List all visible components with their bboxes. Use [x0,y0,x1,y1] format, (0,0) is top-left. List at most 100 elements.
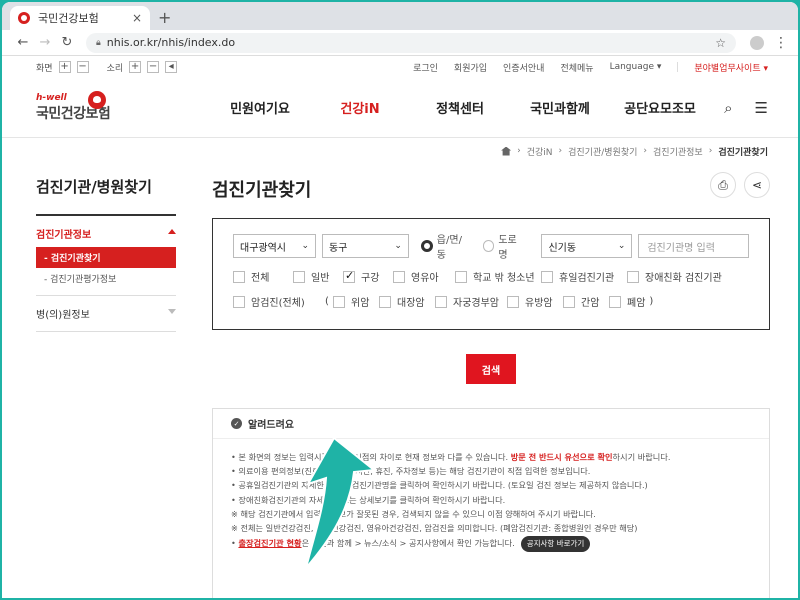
full-menu-link[interactable]: 전체메뉴 [560,61,593,74]
nav-with-citizens[interactable]: 국민과함께 [510,98,610,117]
paren: ) [649,296,654,307]
check-breast-cancer[interactable]: 유방암 [507,294,563,309]
checkbox[interactable] [455,270,467,283]
forward-icon[interactable]: → [34,35,56,50]
checkbox[interactable] [563,295,575,308]
chevron-down-icon: ⌄ [617,241,626,251]
checkbox[interactable] [233,270,245,283]
check-disability-friendly[interactable]: 장애친화 검진기관 [627,269,722,284]
checkbox[interactable] [393,270,405,283]
notice-box: ✓ 알려드려요 • 본 화면의 정보는 입력시점과 검색시점의 차이로 현재 정… [212,408,770,598]
checkbox[interactable] [627,270,639,283]
checkbox[interactable] [435,295,447,308]
check-stomach-cancer[interactable]: 위암 [333,294,379,309]
check-out-of-school-youth[interactable]: 학교 밖 청소년 [455,269,541,284]
checkbox[interactable] [609,295,621,308]
business-sites-select[interactable]: 분야별업무사이트 ▾ [694,61,768,74]
search-button[interactable]: 검색 [466,354,516,384]
breadcrumb-item[interactable]: 검진기관/병원찾기 [568,145,637,158]
tab-close-icon[interactable]: × [132,11,142,25]
checkbox-checked[interactable] [343,269,355,283]
sound-up-button[interactable]: + [129,61,142,73]
logo-mark-icon [88,90,106,109]
reload-icon[interactable]: ↻ [56,35,78,50]
check-holiday[interactable]: 휴일검진기관 [541,269,627,284]
check-colon-cancer[interactable]: 대장암 [379,294,435,309]
login-link[interactable]: 로그인 [413,61,438,74]
browser-menu-icon[interactable]: ⋮ [774,35,788,51]
checkbox[interactable] [233,295,245,308]
url-field[interactable]: 🔒︎ nhis.or.kr/nhis/index.do ☆ [86,32,736,53]
side-item-find-checkup[interactable]: - 검진기관찾기 [36,247,176,268]
side-item-evaluation[interactable]: - 검진기관평가정보 [36,268,176,289]
checkbox[interactable] [293,270,305,283]
language-select[interactable]: Language ▾ [610,62,662,72]
back-icon[interactable]: ← [12,35,34,50]
tab-bar: 국민건강보험 × + [2,2,798,30]
notice-shortcut-button[interactable]: 공지사항 바로가기 [520,536,591,552]
nav-health-in[interactable]: 건강iN [310,98,410,117]
profile-avatar[interactable] [750,35,764,50]
radio-eupmyeondong[interactable]: 읍/면/동 [420,231,471,261]
main-section: 검진기관찾기 ⎙ ⋖ 대구광역시 ⌄ 동구 ⌄ 읍/면/동 도로명 신기동 ⌄ … [212,164,770,598]
institution-name-input[interactable]: 검진기관명 입력 [638,234,749,258]
home-icon[interactable] [501,146,512,156]
notice-line: ※ 전체는 일반건강검진, 구강건강검진, 영유아건강검진, 암검진을 의미합니… [231,523,638,534]
bookmark-star-icon[interactable]: ☆ [715,36,726,50]
check-circle-icon: ✓ [231,418,242,429]
checkbox-row-1: 전체 일반 구강 영유아 학교 밖 청소년 휴일검진기관 장애친화 검진기관 [233,269,749,284]
collapse-icon[interactable] [168,229,176,234]
side-group-label[interactable]: 검진기관정보 [36,226,91,241]
radio-road-name[interactable]: 도로명 [482,231,526,261]
check-lung-cancer[interactable]: 폐암 [609,294,645,309]
nav-about[interactable]: 공단요모조모 [610,98,710,117]
check-oral[interactable]: 구강 [343,269,393,284]
checkbox[interactable] [507,295,519,308]
check-all[interactable]: 전체 [233,269,293,284]
side-group-hospital[interactable]: 병(의)원정보 [36,296,176,332]
share-icon[interactable]: ⋖ [744,172,770,198]
certificate-link[interactable]: 인증서안내 [503,61,544,74]
breadcrumb-item[interactable]: 건강iN [527,145,553,158]
print-icon[interactable]: ⎙ [710,172,736,198]
browser-tab[interactable]: 국민건강보험 × [10,6,150,30]
tab-title: 국민건강보험 [38,12,99,25]
check-cervical-cancer[interactable]: 자궁경부암 [435,294,507,309]
checkbox[interactable] [541,270,553,283]
side-group-checkup[interactable]: 검진기관정보 - 검진기관찾기 - 검진기관평가정보 [36,216,176,296]
screen-zoom-out-button[interactable]: − [76,61,89,73]
chevron-down-icon: ⌄ [301,241,309,251]
search-form: 대구광역시 ⌄ 동구 ⌄ 읍/면/동 도로명 신기동 ⌄ 검진기관명 입력 전체… [212,218,770,330]
search-icon[interactable]: ⌕ [724,99,732,117]
checkbox[interactable] [333,295,345,308]
new-tab-button[interactable]: + [158,8,171,27]
mobile-checkup-link[interactable]: 출장검진기관 현황 [238,538,301,548]
expand-icon[interactable] [168,309,176,314]
signup-link[interactable]: 회원가입 [454,61,487,74]
favicon-icon [18,12,30,24]
radio-dot[interactable] [482,240,495,252]
breadcrumb-item[interactable]: 검진기관정보 [653,145,703,158]
check-cancer-all[interactable]: 암검진(전체) [233,294,325,309]
check-infant[interactable]: 영유아 [393,269,455,284]
breadcrumb-sep: › [643,146,648,156]
dong-select[interactable]: 신기동 ⌄ [541,234,633,258]
radio-dot[interactable] [420,240,433,252]
district-select[interactable]: 동구 ⌄ [321,234,409,258]
breadcrumb-sep: › [517,146,521,156]
screen-zoom-in-button[interactable]: + [58,61,71,73]
nhis-logo[interactable]: h-well 국민건강보험 [36,90,146,123]
sound-down-button[interactable]: − [147,61,160,73]
check-general[interactable]: 일반 [293,269,343,284]
city-select[interactable]: 대구광역시 ⌄ [233,234,316,258]
notice-line: • 공휴일검진기관의 자세한 정보는 검진기관명을 클릭하여 확인하시기 바랍니… [231,480,648,491]
notice-line: • 출장검진기관 현황은 국민과 함께 > 뉴스/소식 > 공지사항에서 확인 … [231,536,751,552]
speaker-icon[interactable]: ◂ [165,61,178,73]
check-liver-cancer[interactable]: 간암 [563,294,609,309]
checkbox[interactable] [379,295,391,308]
nav-civil-service[interactable]: 민원여기요 [210,98,310,117]
side-group-label[interactable]: 병(의)원정보 [36,306,90,321]
hamburger-menu-icon[interactable]: ☰ [755,99,768,117]
nav-policy-center[interactable]: 정책센터 [410,98,510,117]
notice-line: • 의료이용 편의정보(진료/점심/접수시간, 휴진, 주차정보 등)는 해당 … [231,466,591,477]
